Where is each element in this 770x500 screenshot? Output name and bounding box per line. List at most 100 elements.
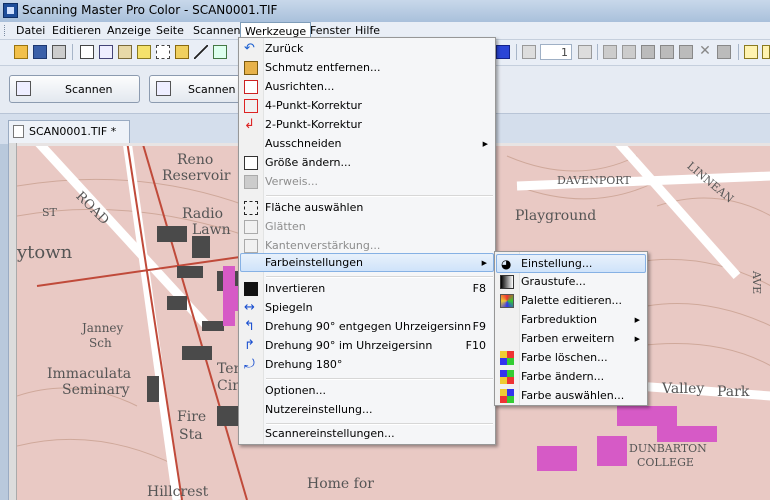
open-icon[interactable] [14,45,28,59]
menu-editieren[interactable]: Editieren [48,23,105,38]
menu-item-4-punkt-korrektur[interactable]: 4-Punkt-Korrektur [240,97,494,115]
rotate-180-icon: ⤾ [244,357,255,372]
menu-item-drehung-180[interactable]: ⤾ Drehung 180° [240,356,494,374]
menu-item-invertieren[interactable]: Invertieren F8 [240,280,494,298]
rotate-cw-icon: ↱ [244,338,255,353]
menu-item-groesse-aendern[interactable]: Größe ändern... [240,154,494,172]
last-page-icon[interactable] [578,45,592,59]
page-move-icon[interactable] [641,45,655,59]
map-label: Radio [182,206,224,222]
first-page-icon[interactable] [522,45,536,59]
menu-anzeige[interactable]: Anzeige [103,23,155,38]
two-point-icon: ↲ [244,117,255,132]
mirror-icon: ↔ [244,300,255,315]
title-bar: Scanning Master Pro Color - SCAN0001.TIF [0,0,770,22]
menu-item-drehung-ccw[interactable]: ↰ Drehung 90° entgegen Uhrzeigersinn F9 [240,318,494,336]
invert-icon [244,282,258,296]
menu-item-ausschneiden[interactable]: Ausschneiden ▶ [240,135,494,153]
submenu-arrow-icon: ▶ [482,140,488,148]
menu-item-zurueck[interactable]: ↶ Zurück [240,40,494,58]
view-page-icon[interactable] [744,45,758,59]
map-label: Janney [82,321,124,335]
page-copy-icon[interactable] [660,45,674,59]
menu-item-spiegeln[interactable]: ↔ Spiegeln [240,299,494,317]
page-number-input[interactable]: 1 [540,44,572,60]
four-point-icon [244,99,258,113]
line-icon[interactable] [194,45,208,59]
view-thumbs-icon[interactable] [762,45,770,59]
scan-button[interactable]: Scannen [9,75,140,103]
copy-icon[interactable] [99,45,113,59]
menu-separator [266,276,493,278]
map-label: ytown [17,242,73,263]
cut-icon[interactable] [80,45,94,59]
toolbar-separator [597,44,598,60]
scan-multi-icon [156,81,171,96]
menu-item-verweis[interactable]: Verweis... [240,173,494,191]
save-icon[interactable] [33,45,47,59]
menu-seite[interactable]: Seite [152,23,188,38]
menu-item-farbeinstellungen[interactable]: Farbeinstellungen ▶ [240,253,494,272]
map-label: Immaculata [47,366,132,382]
menu-item-graustufe[interactable]: Graustufe... [496,273,646,291]
scan-button-label: Scannen [65,83,113,96]
vertical-ruler [9,143,17,500]
menu-item-optionen[interactable]: Optionen... [240,382,494,400]
menu-fenster[interactable]: Fenster [306,23,355,38]
paste-icon[interactable] [118,45,132,59]
map-label: COLLEGE [637,456,694,469]
map-label: Fire [177,409,207,425]
select-icon[interactable] [156,45,170,59]
werkzeuge-menu: ↶ Zurück Schmutz entfernen... Ausrichten… [238,37,496,445]
submenu-arrow-icon: ▶ [634,316,640,324]
pencil-icon[interactable] [175,45,189,59]
menu-item-flaeche-auswaehlen[interactable]: Fläche auswählen [240,199,494,217]
smooth-icon [244,220,258,234]
menu-item-farben-erweitern[interactable]: Farben erweitern ▶ [496,330,646,348]
menu-item-farbe-aendern[interactable]: Farbe ändern... [496,368,646,386]
menubar-grip[interactable] [4,25,8,36]
print-icon[interactable] [52,45,66,59]
toolbar-separator [516,44,517,60]
marker-icon[interactable] [137,45,151,59]
menu-item-glaetten[interactable]: Glätten [240,218,494,236]
page-rotate-icon[interactable] [679,45,693,59]
brush-icon [244,61,258,75]
menu-item-2-punkt-korrektur[interactable]: ↲ 2-Punkt-Korrektur [240,116,494,134]
map-label: Playground [515,208,597,224]
map-label: Valley [662,381,705,397]
resize-icon [244,156,258,170]
menu-datei[interactable]: Datei [12,23,49,38]
scan-icon [16,81,31,96]
palette-icon [500,294,514,308]
menu-item-palette-editieren[interactable]: Palette editieren... [496,292,646,310]
page-settings-icon[interactable] [717,45,731,59]
app-icon[interactable] [3,3,18,18]
menu-item-farbe-auswaehlen[interactable]: Farbe auswählen... [496,387,646,405]
reference-icon [244,175,258,189]
shortcut-f8: F8 [472,282,486,295]
menu-item-nutzereinstellung[interactable]: Nutzereinstellung... [240,401,494,419]
menu-item-farbe-loeschen[interactable]: Farbe löschen... [496,349,646,367]
page-tool-icon[interactable] [496,45,510,59]
farbeinstellungen-submenu: ◕ Einstellung... Graustufe... Palette ed… [494,251,648,406]
document-tab[interactable]: SCAN0001.TIF * [8,120,130,143]
shortcut-f9: F9 [472,320,486,333]
page-insert-icon[interactable] [622,45,636,59]
menu-item-drehung-cw[interactable]: ↱ Drehung 90° im Uhrzeigersinn F10 [240,337,494,355]
map-label: Seminary [62,382,130,398]
draw-tool-icon[interactable] [213,45,227,59]
page-add-icon[interactable] [603,45,617,59]
document-tab-title: SCAN0001.TIF * [29,125,117,138]
map-label: Park [717,384,750,400]
menu-item-farbreduktion[interactable]: Farbreduktion ▶ [496,311,646,329]
map-label: ST [42,206,57,219]
page-delete-icon[interactable]: ✕ [698,44,712,59]
menu-scannen[interactable]: Scannen [189,23,244,38]
undo-icon: ↶ [244,41,255,56]
menu-item-ausrichten[interactable]: Ausrichten... [240,78,494,96]
menu-item-schmutz-entfernen[interactable]: Schmutz entfernen... [240,59,494,77]
menu-item-einstellung[interactable]: ◕ Einstellung... [496,254,646,273]
menu-hilfe[interactable]: Hilfe [351,23,384,38]
menu-item-scannereinstellungen[interactable]: Scannereinstellungen... [240,425,494,443]
